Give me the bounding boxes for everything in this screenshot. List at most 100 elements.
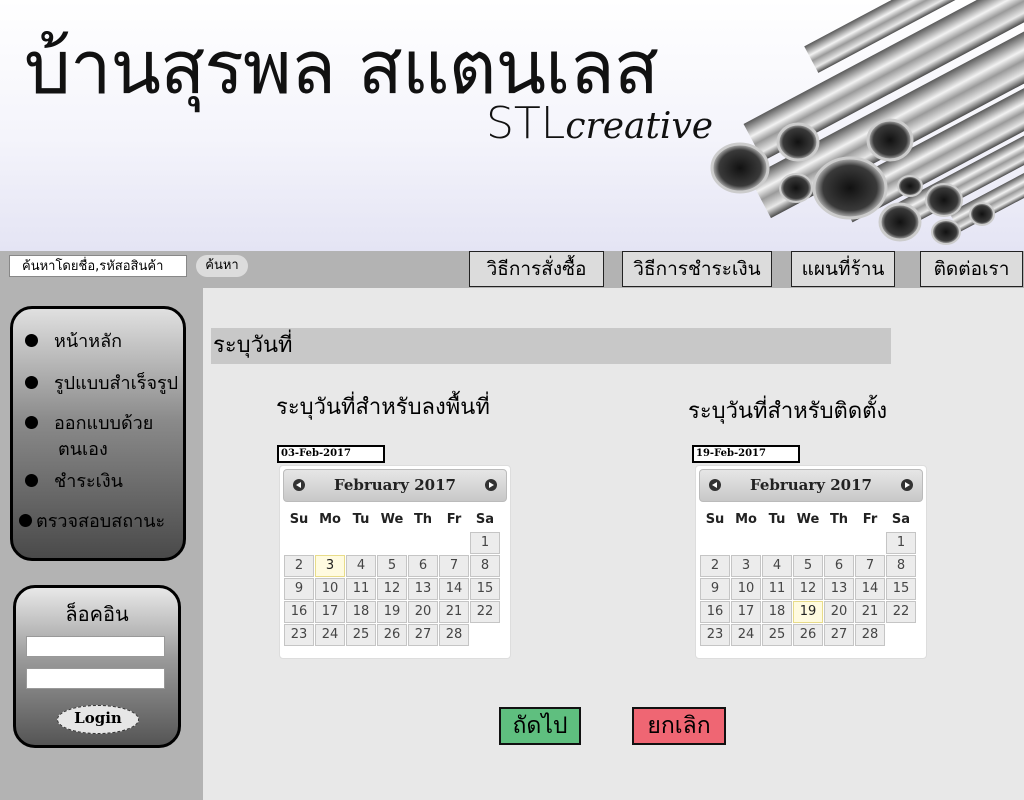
calendar-week-row: 23 24 25 26 27 28 — [700, 624, 916, 646]
calendar-empty-cell — [855, 532, 885, 554]
calendar-day[interactable]: 19 — [377, 601, 407, 623]
weekday-label: Fr — [862, 511, 878, 527]
section-title: ระบุวันที่ — [211, 328, 891, 364]
calendar-day[interactable]: 17 — [315, 601, 345, 623]
calendar-day[interactable]: 25 — [762, 624, 792, 646]
calendar-day[interactable]: 5 — [793, 555, 823, 577]
calendar-empty-cell — [762, 532, 792, 554]
sidebar-item-label: ตรวจสอบสถานะ — [36, 511, 166, 532]
calendar-day[interactable]: 17 — [731, 601, 761, 623]
calendar-day[interactable]: 18 — [762, 601, 792, 623]
calendar-day[interactable]: 22 — [470, 601, 500, 623]
calendar-day[interactable]: 11 — [346, 578, 376, 600]
calendar-week-row: 9 10 11 12 13 14 15 — [700, 578, 916, 600]
calendar-day[interactable]: 24 — [731, 624, 761, 646]
calendar-empty-cell — [824, 532, 854, 554]
next-button[interactable]: ถัดไป — [499, 707, 581, 745]
calendar-week-row: 2345678 — [284, 555, 500, 577]
calendar-day[interactable]: 7 — [439, 555, 469, 577]
username-field[interactable] — [26, 636, 165, 657]
calendar-day[interactable]: 18 — [346, 601, 376, 623]
calendar-day[interactable]: 9 — [284, 578, 314, 600]
calendar-day[interactable]: 14 — [855, 578, 885, 600]
calendar-day[interactable]: 2 — [700, 555, 730, 577]
calendar-empty-cell — [284, 532, 314, 554]
nav-payment-methods[interactable]: วิธีการชำระเงิน — [622, 251, 772, 287]
login-button[interactable]: Login — [57, 705, 139, 734]
calendar-day[interactable]: 3 — [315, 555, 345, 577]
calendar-day[interactable]: 12 — [793, 578, 823, 600]
calendar-day[interactable]: 8 — [470, 555, 500, 577]
calendar-day[interactable]: 20 — [408, 601, 438, 623]
sidebar-item-label: ชำระเงิน — [54, 471, 123, 492]
calendar-day[interactable]: 15 — [470, 578, 500, 600]
sidebar-menu: หน้าหลัก รูปแบบสำเร็จรูป ออกแบบด้วย ตนเอ… — [10, 306, 186, 561]
calendar-day[interactable]: 10 — [315, 578, 345, 600]
search-button[interactable]: ค้นหา — [196, 255, 248, 277]
calendar-week-row: 1 — [700, 532, 916, 554]
calendar-empty-cell — [470, 624, 500, 646]
password-field[interactable] — [26, 668, 165, 689]
calendar-day[interactable]: 22 — [886, 601, 916, 623]
calendar-day[interactable]: 1 — [886, 532, 916, 554]
next-month-icon[interactable] — [485, 479, 497, 491]
calendar-day[interactable]: 21 — [439, 601, 469, 623]
calendar-empty-cell — [793, 532, 823, 554]
sidebar-item-custom-design[interactable]: ออกแบบด้วย ตนเอง — [25, 411, 153, 463]
weekday-header-row: Su Mo Tu We Th Fr Sa — [700, 507, 916, 531]
nav-how-to-order[interactable]: วิธีการสั่งซื้อ — [469, 251, 604, 287]
calendar-day[interactable]: 2 — [284, 555, 314, 577]
calendar-day[interactable]: 12 — [377, 578, 407, 600]
calendar-day[interactable]: 6 — [408, 555, 438, 577]
calendar-day[interactable]: 4 — [346, 555, 376, 577]
calendar-day[interactable]: 26 — [793, 624, 823, 646]
calendar-day[interactable]: 10 — [731, 578, 761, 600]
nav-contact-us[interactable]: ติดต่อเรา — [920, 251, 1023, 287]
nav-store-map[interactable]: แผนที่ร้าน — [791, 251, 895, 287]
calendar-day[interactable]: 27 — [824, 624, 854, 646]
sidebar-item-home[interactable]: หน้าหลัก — [25, 329, 122, 355]
install-date-input[interactable]: 19-Feb-2017 — [692, 445, 800, 463]
calendar-day[interactable]: 6 — [824, 555, 854, 577]
bullet-icon — [19, 514, 32, 527]
calendar-day[interactable]: 14 — [439, 578, 469, 600]
survey-date-input[interactable]: 03-Feb-2017 — [277, 445, 385, 463]
weekday-label: Th — [829, 511, 849, 527]
calendar-day[interactable]: 15 — [886, 578, 916, 600]
next-month-icon[interactable] — [901, 479, 913, 491]
calendar-day[interactable]: 4 — [762, 555, 792, 577]
calendar-day[interactable]: 24 — [315, 624, 345, 646]
calendar-day[interactable]: 8 — [886, 555, 916, 577]
calendar-day[interactable]: 11 — [762, 578, 792, 600]
calendar-day[interactable]: 16 — [284, 601, 314, 623]
calendar-day[interactable]: 13 — [408, 578, 438, 600]
sidebar-item-ready-made[interactable]: รูปแบบสำเร็จรูป — [25, 371, 178, 397]
calendar-day[interactable]: 5 — [377, 555, 407, 577]
search-input[interactable] — [9, 255, 187, 277]
calendar-day[interactable]: 20 — [824, 601, 854, 623]
calendar-day[interactable]: 9 — [700, 578, 730, 600]
top-nav-bar: ค้นหา วิธีการสั่งซื้อ วิธีการชำระเงิน แผ… — [0, 251, 1024, 288]
calendar-day[interactable]: 7 — [855, 555, 885, 577]
calendar-day[interactable]: 23 — [284, 624, 314, 646]
calendar-empty-cell — [731, 532, 761, 554]
sidebar-item-check-status[interactable]: ตรวจสอบสถานะ — [19, 509, 165, 535]
calendar-day[interactable]: 25 — [346, 624, 376, 646]
calendar-day[interactable]: 19 — [793, 601, 823, 623]
calendar-empty-cell — [408, 532, 438, 554]
cancel-button[interactable]: ยกเลิก — [632, 707, 726, 745]
calendar-day[interactable]: 1 — [470, 532, 500, 554]
calendar-day[interactable]: 3 — [731, 555, 761, 577]
calendar-day[interactable]: 27 — [408, 624, 438, 646]
calendar-day[interactable]: 16 — [700, 601, 730, 623]
calendar-day[interactable]: 13 — [824, 578, 854, 600]
calendar-day[interactable]: 26 — [377, 624, 407, 646]
weekday-header-row: Su Mo Tu We Th Fr Sa — [284, 507, 500, 531]
calendar-week-row: 1 — [284, 532, 500, 554]
weekday-label: Sa — [475, 511, 495, 527]
calendar-day[interactable]: 28 — [439, 624, 469, 646]
calendar-day[interactable]: 28 — [855, 624, 885, 646]
calendar-day[interactable]: 21 — [855, 601, 885, 623]
calendar-day[interactable]: 23 — [700, 624, 730, 646]
sidebar-item-payment[interactable]: ชำระเงิน — [25, 469, 123, 495]
